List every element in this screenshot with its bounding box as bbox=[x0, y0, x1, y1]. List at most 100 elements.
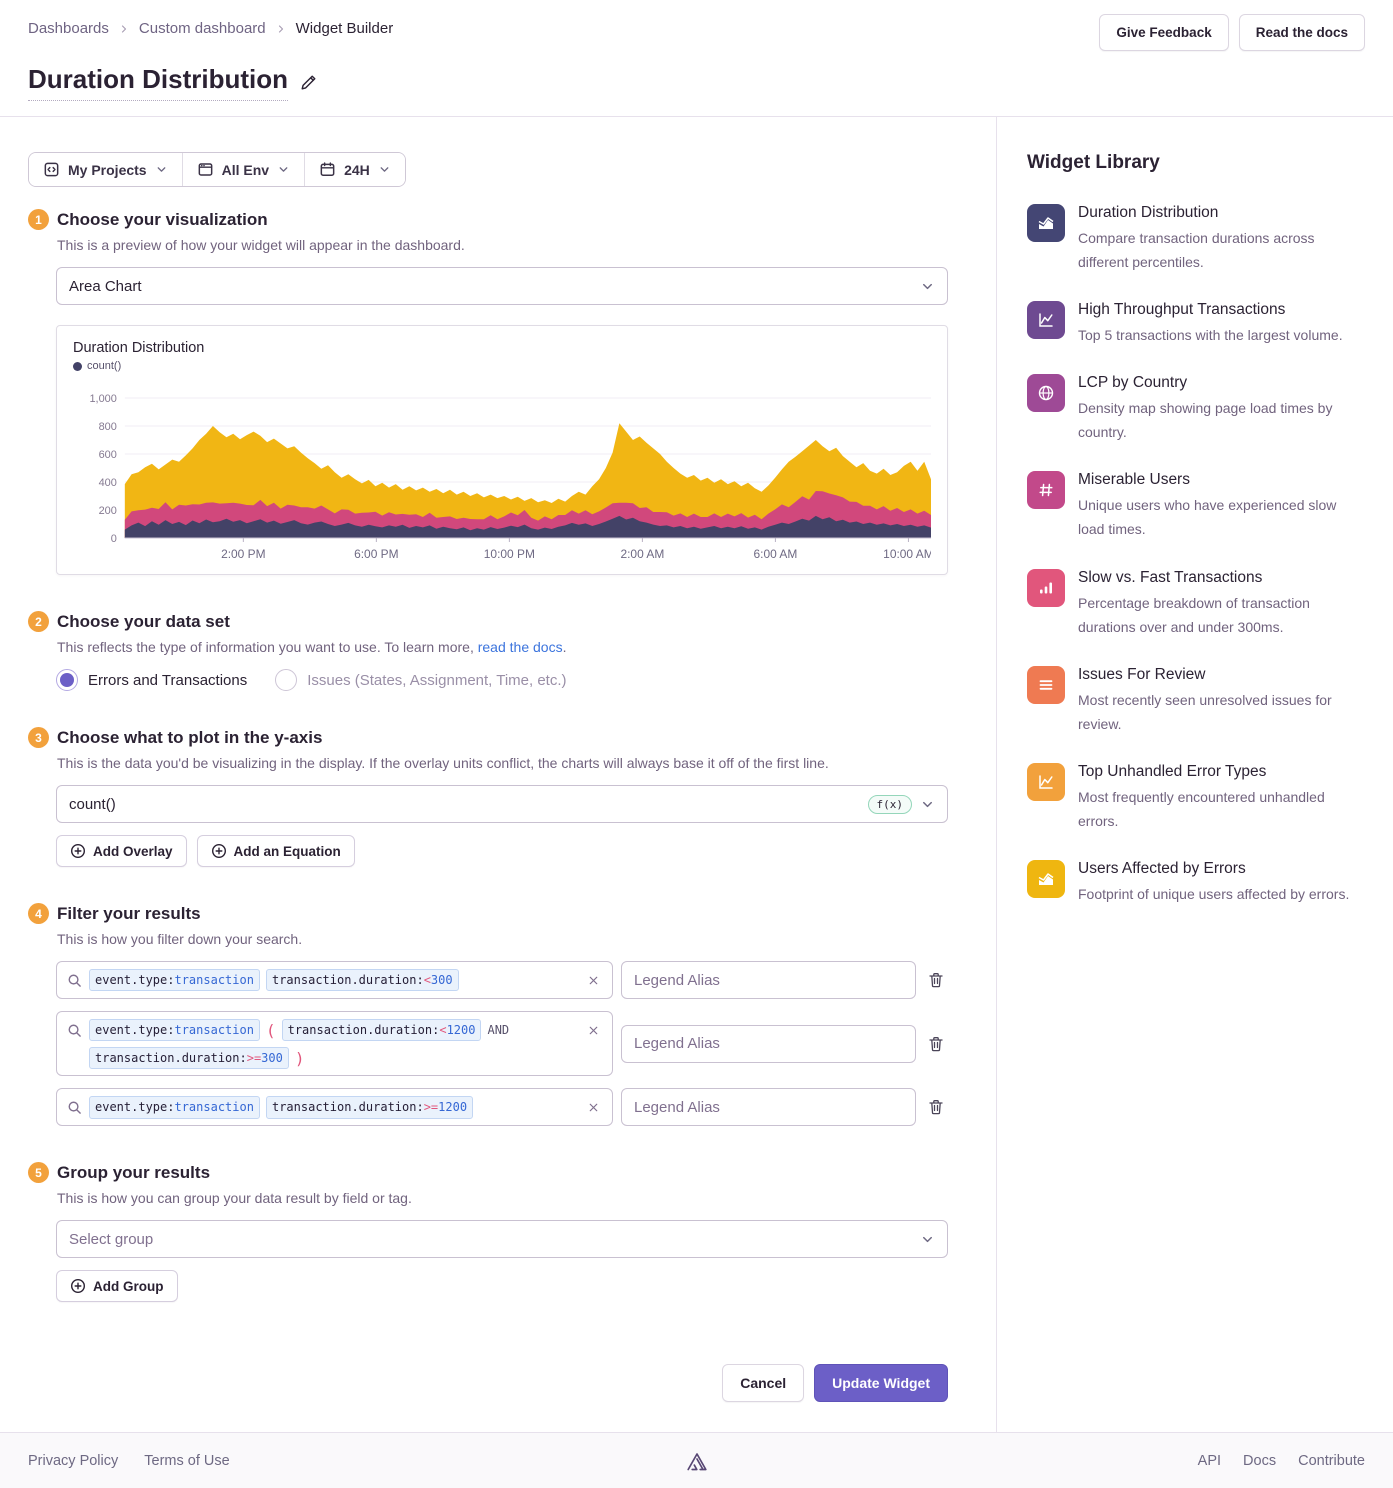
breadcrumb-link-custom-dashboard[interactable]: Custom dashboard bbox=[139, 20, 266, 37]
widget-builder-page: Dashboards Custom dashboard Widget Build… bbox=[0, 0, 1393, 1488]
step-subtitle: This is the data you'd be visualizing in… bbox=[57, 755, 948, 771]
clear-search-icon[interactable] bbox=[585, 1099, 602, 1116]
page-filter-bar: My Projects All Env 24H bbox=[28, 152, 406, 187]
delete-filter-trash-icon[interactable] bbox=[924, 1095, 948, 1119]
fx-badge: f(x) bbox=[868, 795, 913, 814]
step-dataset: 2 Choose your data set This reflects the… bbox=[28, 611, 948, 691]
widget-item-description: Compare transaction durations across dif… bbox=[1078, 226, 1365, 274]
project-filter-label: My Projects bbox=[68, 162, 147, 178]
add-overlay-label: Add Overlay bbox=[93, 844, 173, 859]
filter-token-list: event.type:transaction ( transaction.durat… bbox=[89, 1018, 577, 1069]
widget-library-list: Duration Distribution Compare transactio… bbox=[1027, 204, 1365, 906]
breadcrumb: Dashboards Custom dashboard Widget Build… bbox=[28, 14, 393, 37]
circle-plus-icon bbox=[70, 1278, 86, 1294]
delete-filter-trash-icon[interactable] bbox=[924, 1032, 948, 1056]
group-select[interactable]: Select group bbox=[56, 1220, 948, 1258]
widget-library-item-duration-distribution[interactable]: Duration Distribution Compare transactio… bbox=[1027, 204, 1365, 274]
filter-token[interactable]: event.type:transaction bbox=[89, 1019, 260, 1041]
filter-token[interactable]: transaction.duration:<1200 bbox=[282, 1019, 482, 1041]
builder-main: My Projects All Env 24H 1 Choose your vi… bbox=[0, 117, 997, 1432]
chart-legend[interactable]: count() bbox=[73, 360, 931, 372]
step-subtitle: This is how you can group your data resu… bbox=[57, 1190, 948, 1206]
step-number-badge: 2 bbox=[28, 611, 49, 632]
chevron-down-icon bbox=[155, 163, 168, 176]
widget-library-item-users-affected[interactable]: Users Affected by Errors Footprint of un… bbox=[1027, 860, 1365, 906]
date-range-filter-label: 24H bbox=[344, 162, 370, 178]
read-the-docs-button[interactable]: Read the docs bbox=[1239, 14, 1365, 51]
filter-token[interactable]: transaction.duration:<300 bbox=[266, 969, 459, 991]
api-link[interactable]: API bbox=[1198, 1453, 1221, 1469]
filter-row: event.type:transaction transaction.durati… bbox=[56, 1088, 948, 1126]
search-conditions-input[interactable]: event.type:transaction transaction.durati… bbox=[56, 1088, 613, 1126]
paren-token: ( bbox=[266, 1021, 276, 1040]
chevron-down-icon bbox=[920, 279, 935, 294]
breadcrumb-link-dashboards[interactable]: Dashboards bbox=[28, 20, 109, 37]
privacy-policy-link[interactable]: Privacy Policy bbox=[28, 1453, 118, 1469]
sentry-logo[interactable] bbox=[685, 1449, 709, 1473]
widget-library-item-slow-vs-fast[interactable]: Slow vs. Fast Transactions Percentage br… bbox=[1027, 569, 1365, 639]
step-title: Filter your results bbox=[57, 904, 201, 924]
clear-search-icon[interactable] bbox=[585, 1022, 602, 1039]
window-icon bbox=[197, 161, 214, 178]
legend-alias-input[interactable] bbox=[621, 961, 916, 999]
step-group: 5 Group your results This is how you can… bbox=[28, 1162, 948, 1302]
environment-filter-button[interactable]: All Env bbox=[183, 153, 304, 186]
filter-row: event.type:transaction ( transaction.durat… bbox=[56, 1011, 948, 1076]
widget-library-item-issues-for-review[interactable]: Issues For Review Most recently seen unr… bbox=[1027, 666, 1365, 736]
widget-library: Widget Library Duration Distribution Com… bbox=[997, 117, 1393, 1432]
docs-link[interactable]: Docs bbox=[1243, 1453, 1276, 1469]
add-group-button[interactable]: Add Group bbox=[56, 1270, 178, 1302]
terms-of-use-link[interactable]: Terms of Use bbox=[144, 1453, 229, 1469]
filter-token[interactable]: event.type:transaction bbox=[89, 969, 260, 991]
widget-library-title: Widget Library bbox=[1027, 152, 1365, 174]
footer-right-links: API Docs Contribute bbox=[1198, 1453, 1365, 1469]
filter-token[interactable]: transaction.duration:>=1200 bbox=[266, 1096, 473, 1118]
legend-alias-input[interactable] bbox=[621, 1025, 916, 1063]
widget-library-item-top-unhandled-errors[interactable]: Top Unhandled Error Types Most frequentl… bbox=[1027, 763, 1365, 833]
step-title: Choose what to plot in the y-axis bbox=[57, 728, 322, 748]
legend-label: count() bbox=[87, 360, 121, 372]
project-icon bbox=[43, 161, 60, 178]
svg-text:2:00 AM: 2:00 AM bbox=[620, 547, 664, 561]
add-equation-button[interactable]: Add an Equation bbox=[197, 835, 355, 867]
filter-token[interactable]: event.type:transaction bbox=[89, 1096, 260, 1118]
yaxis-function-select[interactable]: count() f(x) bbox=[56, 785, 948, 823]
svg-text:2:00 PM: 2:00 PM bbox=[221, 547, 266, 561]
radio-errors-transactions[interactable]: Errors and Transactions bbox=[56, 669, 247, 691]
widget-item-description: Top 5 transactions with the largest volu… bbox=[1078, 323, 1343, 347]
page-title: Duration Distribution bbox=[28, 64, 1365, 116]
search-icon bbox=[67, 1100, 82, 1115]
chevron-down-icon bbox=[920, 797, 935, 812]
edit-title-pencil-icon[interactable] bbox=[299, 73, 318, 92]
svg-text:10:00 PM: 10:00 PM bbox=[484, 547, 535, 561]
widget-item-description: Percentage breakdown of transaction dura… bbox=[1078, 591, 1365, 639]
widget-library-item-lcp-by-country[interactable]: LCP by Country Density map showing page … bbox=[1027, 374, 1365, 444]
widget-library-item-miserable-users[interactable]: Miserable Users Unique users who have ex… bbox=[1027, 471, 1365, 541]
radio-selected-icon[interactable] bbox=[56, 669, 78, 691]
contribute-link[interactable]: Contribute bbox=[1298, 1453, 1365, 1469]
svg-text:0: 0 bbox=[111, 533, 117, 545]
widget-library-item-high-throughput[interactable]: High Throughput Transactions Top 5 trans… bbox=[1027, 301, 1365, 347]
date-range-filter-button[interactable]: 24H bbox=[305, 153, 405, 186]
delete-filter-trash-icon[interactable] bbox=[924, 968, 948, 992]
read-the-docs-link[interactable]: read the docs bbox=[478, 639, 563, 655]
visualization-type-select[interactable]: Area Chart bbox=[56, 267, 948, 305]
project-filter-button[interactable]: My Projects bbox=[29, 153, 182, 186]
search-conditions-input[interactable]: event.type:transaction ( transaction.durat… bbox=[56, 1011, 613, 1076]
page-header: Dashboards Custom dashboard Widget Build… bbox=[0, 0, 1393, 117]
clear-search-icon[interactable] bbox=[585, 972, 602, 989]
cancel-button[interactable]: Cancel bbox=[722, 1364, 804, 1402]
give-feedback-button[interactable]: Give Feedback bbox=[1099, 14, 1228, 51]
step-number-badge: 4 bbox=[28, 903, 49, 924]
filter-token-list: event.type:transaction transaction.durati… bbox=[89, 968, 577, 991]
filter-token[interactable]: transaction.duration:>=300 bbox=[89, 1047, 289, 1069]
yaxis-function-value: count() bbox=[69, 796, 116, 813]
search-conditions-input[interactable]: event.type:transaction transaction.durati… bbox=[56, 961, 613, 999]
radio-unselected-icon[interactable] bbox=[275, 669, 297, 691]
legend-alias-input[interactable] bbox=[621, 1088, 916, 1126]
radio-issues[interactable]: Issues (States, Assignment, Time, etc.) bbox=[275, 669, 566, 691]
svg-text:6:00 AM: 6:00 AM bbox=[753, 547, 797, 561]
radio-label: Errors and Transactions bbox=[88, 672, 247, 689]
update-widget-button[interactable]: Update Widget bbox=[814, 1364, 948, 1402]
add-overlay-button[interactable]: Add Overlay bbox=[56, 835, 187, 867]
